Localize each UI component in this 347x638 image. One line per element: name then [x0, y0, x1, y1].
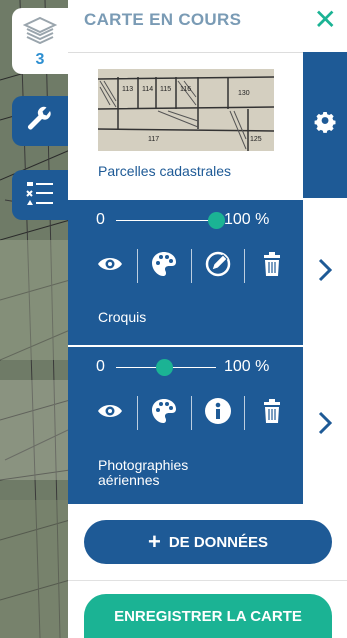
gear-icon	[314, 111, 336, 139]
panel-title: CARTE EN COURS	[84, 10, 242, 29]
tools-button[interactable]	[12, 96, 68, 146]
layer-actions	[84, 393, 298, 433]
pencil-circle-icon	[204, 250, 232, 283]
trash-icon	[263, 398, 281, 428]
close-icon[interactable]: ✕	[314, 6, 337, 34]
chevron-right-icon	[318, 258, 333, 287]
eye-icon	[97, 255, 123, 278]
layer-details-button[interactable]	[303, 200, 347, 345]
opacity-max-label: 100 %	[224, 358, 270, 375]
opacity-track[interactable]	[116, 211, 225, 229]
info-icon	[204, 397, 232, 430]
opacity-min-label: 0	[96, 211, 105, 228]
layer-thumbnail: 113 114 115 116 130 117 125	[98, 69, 274, 151]
divider	[190, 396, 192, 430]
divider	[244, 249, 246, 283]
style-button[interactable]	[138, 393, 191, 433]
layer-card-aerial-photos: 0 100 % Photographies aériennes	[68, 347, 303, 504]
visibility-button[interactable]	[84, 246, 137, 286]
plot-number: 116	[180, 86, 191, 93]
add-data-label: DE DONNÉES	[168, 533, 269, 551]
current-map-panel: CARTE EN COURS ✕ 113 114 115 116 130 117…	[68, 0, 347, 638]
style-button[interactable]	[138, 246, 191, 286]
layer-settings-button[interactable]	[303, 52, 347, 198]
edit-sketch-button[interactable]	[191, 246, 244, 286]
plot-number: 117	[148, 136, 159, 143]
layer-details-button[interactable]	[303, 347, 347, 504]
divider	[68, 580, 347, 581]
layer-name: Parcelles cadastrales	[98, 163, 232, 179]
layer-name: Croquis	[98, 309, 147, 325]
divider	[136, 396, 138, 430]
divider	[244, 396, 246, 430]
layer-name: Photographies aériennes	[98, 457, 189, 488]
trash-icon	[263, 251, 281, 281]
layers-stack-icon	[22, 16, 58, 49]
save-map-button[interactable]: ENREGISTRER LA CARTE	[84, 594, 332, 638]
plus-icon: +	[147, 529, 161, 554]
plot-number: 130	[238, 90, 250, 97]
opacity-max-label: 100 %	[224, 211, 270, 228]
delete-layer-button[interactable]	[245, 246, 298, 286]
opacity-min-label: 0	[96, 358, 105, 375]
opacity-slider[interactable]: 0 100 %	[96, 356, 296, 378]
plot-number: 115	[160, 86, 171, 93]
opacity-track[interactable]	[116, 358, 216, 376]
chevron-right-icon	[318, 411, 333, 440]
plot-number: 113	[122, 86, 133, 93]
delete-layer-button[interactable]	[245, 393, 298, 433]
divider	[136, 249, 138, 283]
plot-number: 125	[250, 136, 262, 143]
panel-header: CARTE EN COURS ✕	[68, 0, 347, 45]
layer-card-sketch: 0 100 % Croquis	[68, 200, 303, 345]
opacity-knob[interactable]	[156, 358, 173, 376]
add-data-button[interactable]: + DE DONNÉES	[84, 520, 332, 564]
palette-icon	[151, 251, 177, 282]
layers-tool-button[interactable]: 3	[12, 8, 68, 74]
wrench-icon	[26, 105, 54, 138]
divider	[190, 249, 192, 283]
save-map-label: ENREGISTRER LA CARTE	[114, 607, 302, 625]
legend-button[interactable]	[12, 170, 68, 220]
legend-list-icon	[25, 179, 55, 212]
eye-icon	[97, 402, 123, 425]
info-button[interactable]	[191, 393, 244, 433]
plot-number: 114	[142, 86, 153, 93]
opacity-slider[interactable]: 0 100 %	[96, 209, 296, 231]
layers-count-badge: 3	[35, 51, 45, 68]
layer-actions	[84, 246, 298, 286]
opacity-knob[interactable]	[208, 211, 225, 229]
visibility-button[interactable]	[84, 393, 137, 433]
palette-icon	[151, 398, 177, 429]
